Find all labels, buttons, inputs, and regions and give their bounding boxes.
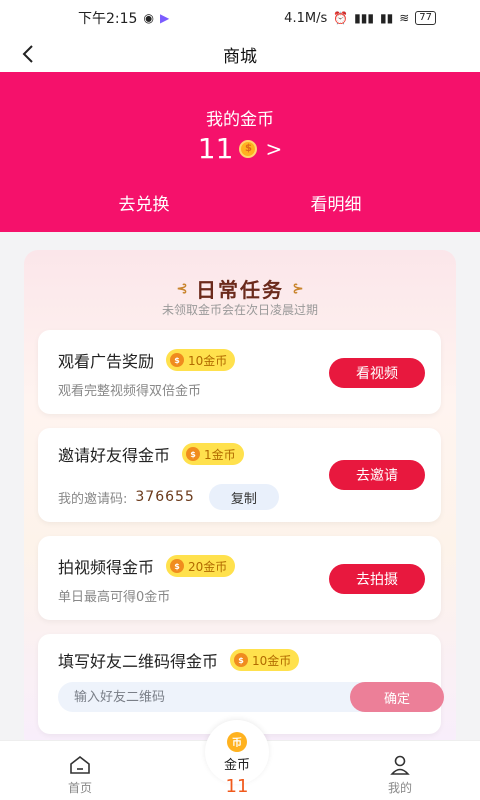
- coin-icon: 币: [227, 731, 247, 752]
- task-card-friend-code: 填写好友二维码得金币 $ 10金币 确定: [38, 634, 444, 734]
- coins-label: 我的金币: [206, 110, 274, 130]
- task-title-row: 观看广告奖励 $ 10金币: [58, 348, 236, 372]
- panel-title-row: ⊰ 日常任务 ⊱: [24, 274, 456, 303]
- task-card-shoot-video: 拍视频得金币 $ 20金币 单日最高可得0金币 去拍摄: [38, 536, 441, 620]
- title-decoration-left-icon: ⊰: [176, 280, 188, 297]
- status-right: 4.1M/s ⏰ ▮▮▮ ▮▮ ≋ 77: [284, 11, 436, 26]
- reward-badge: $ 10金币: [166, 349, 236, 371]
- tab-coins[interactable]: 币 金币: [205, 720, 269, 784]
- panel-subtitle: 未领取金币会在次日凌晨过期: [161, 303, 318, 317]
- coins-balance-link[interactable]: 11 $ >: [0, 132, 480, 165]
- details-button[interactable]: 看明细: [311, 190, 362, 215]
- invite-code: 376655: [135, 489, 195, 505]
- task-title-row: 拍视频得金币 $ 20金币: [58, 554, 236, 578]
- tab-coins-amount: 11: [225, 776, 249, 797]
- coin-icon: $: [234, 653, 249, 667]
- tab-mine[interactable]: 我的: [360, 755, 440, 796]
- confirm-button[interactable]: 确定: [350, 682, 444, 712]
- task-desc: 单日最高可得0金币: [58, 590, 171, 605]
- tab-home[interactable]: 首页: [40, 755, 120, 796]
- tab-label: 首页: [67, 781, 92, 795]
- alarm-icon: ⏰: [333, 11, 349, 25]
- reward-badge: $ 1金币: [182, 443, 244, 465]
- status-bar: 下午2:15 ◉ ▶ 4.1M/s ⏰ ▮▮▮ ▮▮ ≋ 77: [0, 0, 480, 36]
- back-button[interactable]: [12, 38, 44, 70]
- signal-icon-2: ▮▮: [379, 11, 394, 25]
- task-title-row: 邀请好友得金币 $ 1金币: [58, 442, 244, 466]
- invite-code-label: 我的邀请码:: [58, 491, 128, 507]
- chevron-right-icon: >: [265, 136, 283, 161]
- header-actions: 去兑换 看明细: [0, 190, 480, 215]
- exchange-button[interactable]: 去兑换: [119, 190, 170, 215]
- weibo-icon: ◉: [143, 11, 154, 25]
- page-title: 商城: [223, 46, 257, 67]
- task-card-watch-ad: 观看广告奖励 $ 10金币 观看完整视频得双倍金币 看视频: [38, 330, 441, 414]
- reward-text: 10金币: [188, 353, 228, 368]
- copy-button[interactable]: 复制: [208, 484, 279, 510]
- task-title-row: 填写好友二维码得金币 $ 10金币: [58, 648, 300, 672]
- coin-icon: $: [186, 447, 201, 461]
- invite-button[interactable]: 去邀请: [329, 460, 425, 490]
- coins-amount: 11: [197, 132, 234, 165]
- battery-icon: 77: [415, 11, 436, 25]
- coin-icon: $: [170, 353, 185, 367]
- shoot-button[interactable]: 去拍摄: [329, 564, 425, 594]
- panel-title: 日常任务: [196, 278, 284, 302]
- reward-text: 10金币: [252, 653, 292, 668]
- nav-bar: 商城: [0, 36, 480, 72]
- watch-video-button[interactable]: 看视频: [329, 358, 425, 388]
- daily-tasks-panel: ⊰ 日常任务 ⊱ 未领取金币会在次日凌晨过期 观看广告奖励 $ 10金币 观看完…: [24, 250, 456, 750]
- reward-badge: $ 20金币: [166, 555, 236, 577]
- task-card-invite: 邀请好友得金币 $ 1金币 我的邀请码: 376655 复制 去邀请: [38, 428, 441, 522]
- coin-icon: $: [239, 139, 258, 158]
- tab-label: 我的: [387, 781, 412, 795]
- invite-row: 我的邀请码: 376655 复制: [58, 484, 279, 510]
- chevron-left-icon: [22, 45, 33, 63]
- title-decoration-right-icon: ⊱: [292, 280, 304, 297]
- home-icon: [70, 755, 90, 774]
- task-title: 拍视频得金币: [58, 558, 155, 577]
- signal-icon: ▮▮▮: [354, 11, 374, 25]
- status-left: 下午2:15 ◉ ▶: [78, 8, 169, 28]
- tab-label: 金币: [223, 757, 250, 773]
- user-icon: [390, 755, 410, 775]
- task-title: 邀请好友得金币: [58, 446, 171, 465]
- reward-badge: $ 10金币: [230, 649, 300, 671]
- task-title: 观看广告奖励: [58, 352, 155, 371]
- wifi-icon: ≋: [399, 11, 410, 25]
- task-title: 填写好友二维码得金币: [58, 652, 219, 671]
- coin-icon: $: [170, 559, 185, 573]
- play-icon: ▶: [159, 11, 170, 25]
- task-desc: 观看完整视频得双倍金币: [58, 384, 202, 399]
- reward-text: 1金币: [204, 447, 236, 462]
- network-speed: 4.1M/s: [284, 10, 328, 26]
- reward-text: 20金币: [188, 559, 228, 574]
- coins-header: 我的金币 11 $ > 去兑换 看明细: [0, 72, 480, 232]
- status-time: 下午2:15: [78, 11, 138, 27]
